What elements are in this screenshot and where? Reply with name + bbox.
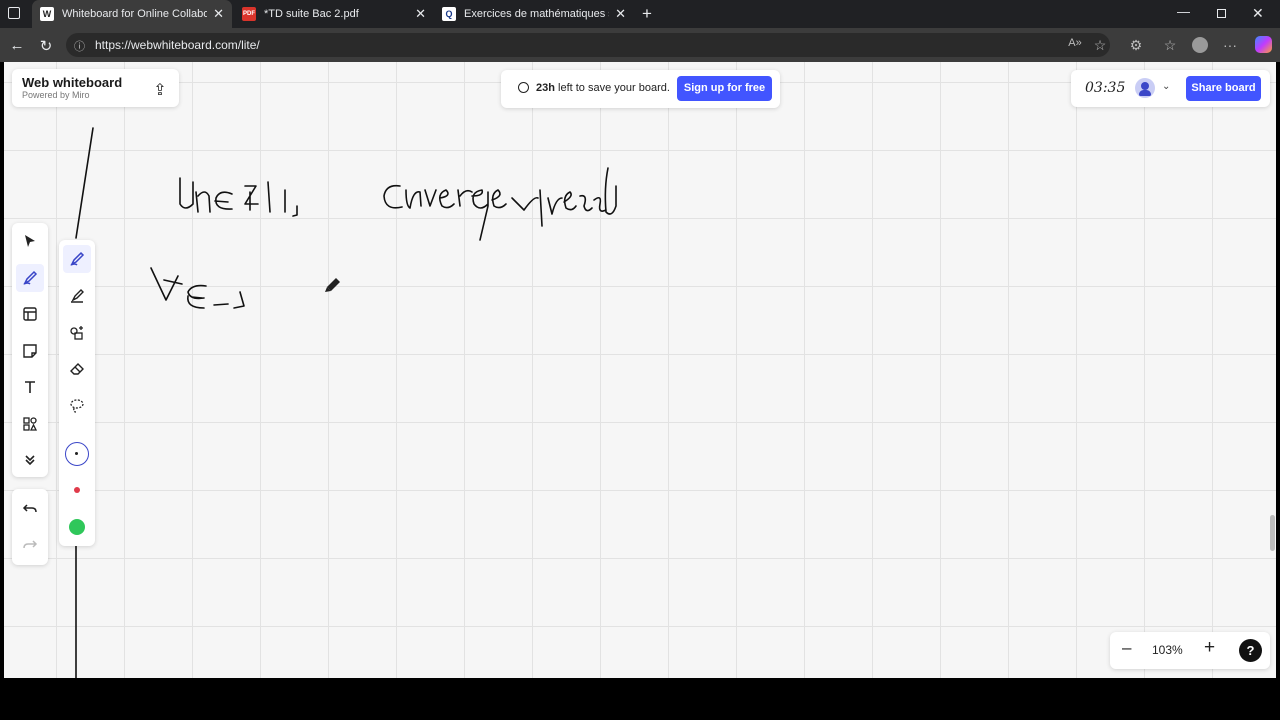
shapes-icon — [23, 417, 38, 431]
user-icon — [1141, 82, 1149, 90]
pen-icon — [23, 270, 38, 285]
screen-bottom-bar — [0, 678, 1280, 720]
lasso-option[interactable] — [63, 392, 91, 420]
vertical-scrollbar[interactable] — [1270, 515, 1275, 551]
pen-tool[interactable] — [16, 264, 44, 292]
share-board-button[interactable]: Share board — [1186, 76, 1261, 101]
timer-handwritten: 03:35 — [1085, 80, 1126, 96]
notice-text: left to save your board. — [554, 82, 670, 94]
pen-option[interactable] — [63, 245, 91, 273]
redo-button[interactable] — [16, 531, 44, 559]
user-avatar[interactable] — [1135, 78, 1155, 98]
handwriting-converge-stroke — [383, 184, 507, 241]
zoom-in-button[interactable]: + — [1204, 637, 1215, 659]
zoom-level[interactable]: 103% — [1152, 643, 1183, 657]
highlighter-icon — [71, 289, 84, 303]
save-notice: 23h left to save your board. — [536, 82, 670, 94]
zoom-out-button[interactable]: – — [1122, 638, 1131, 658]
shapes-tool[interactable] — [16, 410, 44, 438]
help-button[interactable]: ? — [1239, 639, 1262, 662]
lasso-icon — [70, 399, 84, 413]
sticky-note-tool[interactable] — [16, 337, 44, 365]
frame-icon — [23, 307, 37, 321]
vertical-line-stroke — [75, 127, 94, 239]
redo-icon — [23, 540, 38, 549]
shape-pen-icon — [70, 326, 83, 340]
clock-icon — [518, 82, 529, 93]
handwriting-forall-stroke — [150, 267, 183, 301]
highlighter-option[interactable] — [63, 282, 91, 310]
text-tool[interactable] — [16, 373, 44, 401]
handwriting-strokes — [75, 127, 617, 679]
handwriting-bracket-stroke — [233, 291, 245, 309]
notice-time: 23h — [536, 82, 555, 94]
more-tools-button[interactable] — [16, 446, 44, 474]
brand-subtitle: Powered by Miro — [22, 90, 90, 100]
handwriting-comma-stroke — [292, 205, 298, 217]
export-icon[interactable]: ⇪ — [150, 80, 170, 100]
handwriting-in-stroke — [214, 191, 233, 210]
select-tool[interactable] — [16, 227, 44, 255]
handwriting-un-stroke — [179, 177, 211, 213]
signup-button[interactable]: Sign up for free — [677, 76, 772, 101]
sticky-note-icon — [23, 344, 37, 358]
eraser-option[interactable] — [63, 355, 91, 383]
pen-icon — [70, 251, 85, 266]
more-chevron-icon — [25, 455, 35, 466]
handwriting-versl-stroke — [511, 167, 617, 227]
color-swatch-red[interactable] — [65, 478, 89, 502]
undo-icon — [22, 504, 37, 513]
frame-tool[interactable] — [16, 300, 44, 328]
brand-title: Web whiteboard — [22, 75, 123, 90]
select-icon — [25, 235, 35, 247]
handwriting-z-stroke — [244, 181, 286, 213]
eraser-icon — [70, 363, 84, 375]
text-icon — [25, 381, 35, 393]
color-swatch-green[interactable] — [65, 515, 89, 539]
smart-shape-option[interactable] — [63, 319, 91, 347]
color-swatch-black[interactable] — [65, 442, 89, 466]
help-icon: ? — [1246, 643, 1255, 658]
handwriting-epsilon-stroke — [187, 284, 229, 309]
chevron-down-icon[interactable]: ⌄ — [1162, 81, 1170, 92]
pen-cursor-icon — [325, 278, 340, 292]
undo-button[interactable] — [16, 495, 44, 523]
